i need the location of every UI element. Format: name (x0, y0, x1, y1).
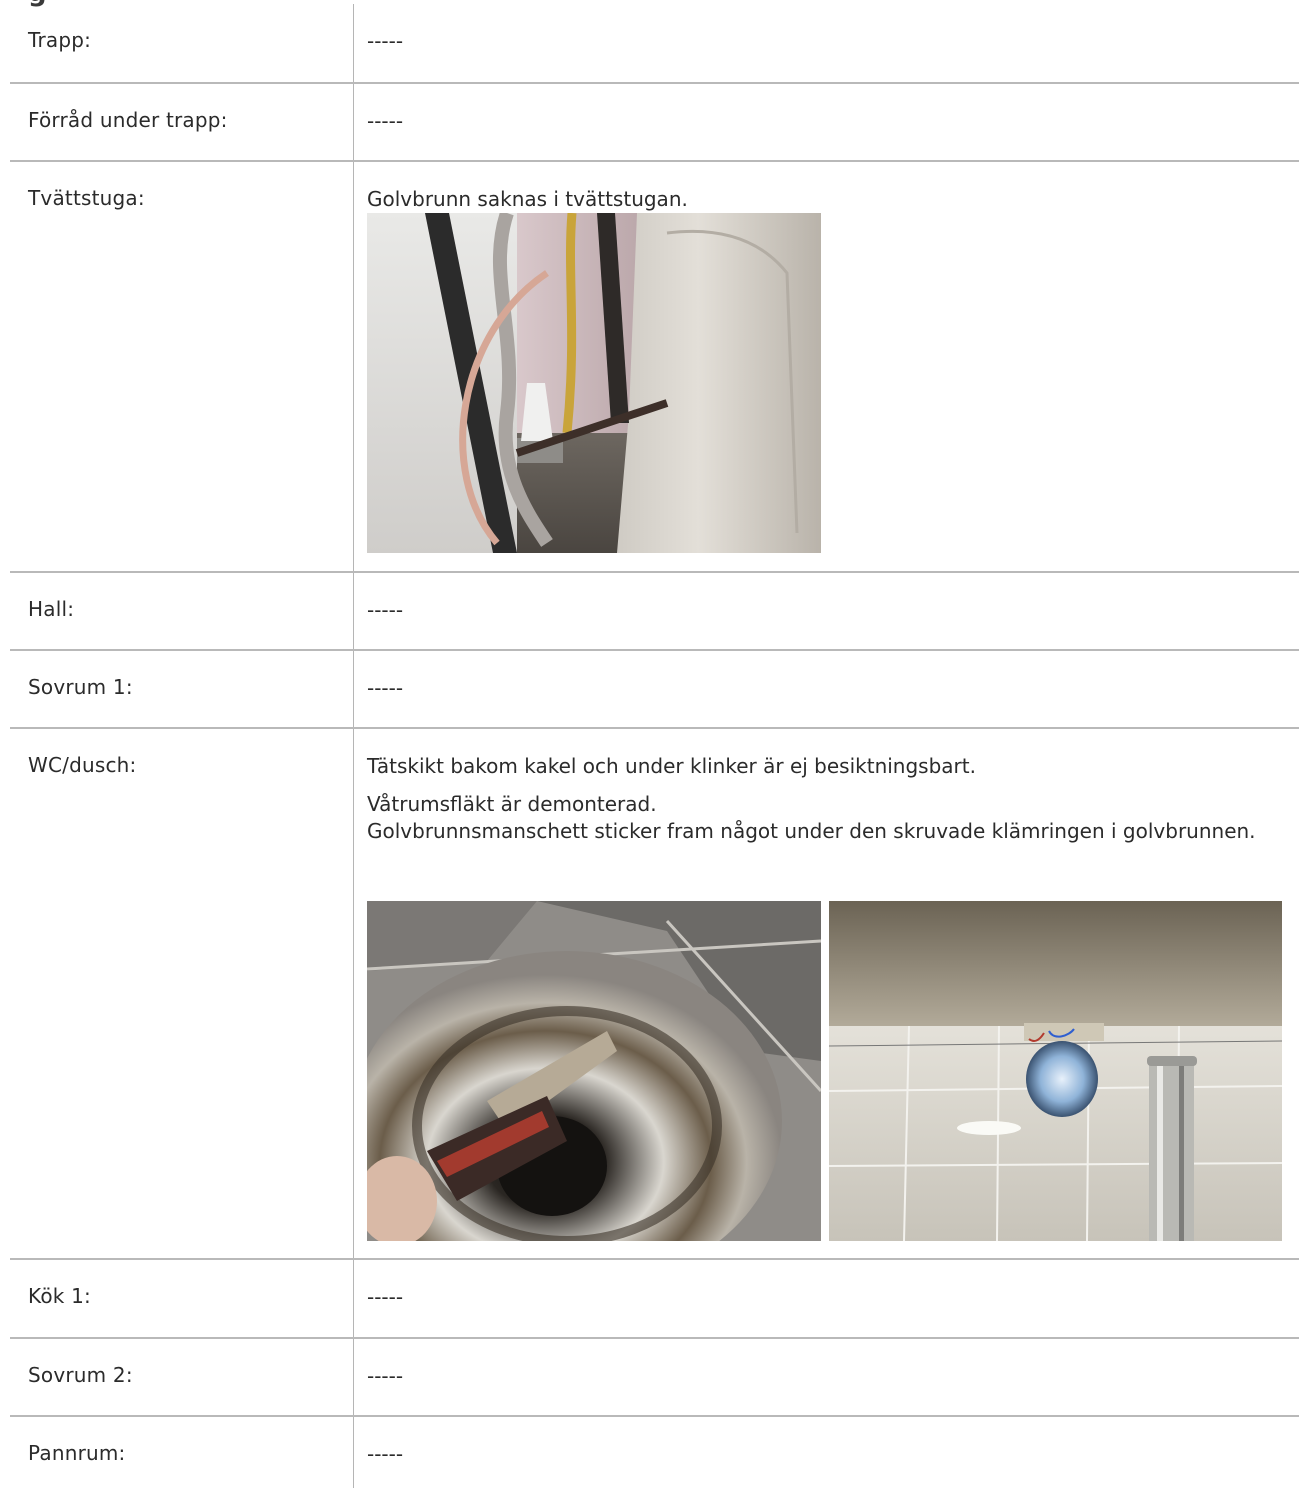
note-line: Golvbrunnsmanschett sticker fram något u… (367, 819, 1256, 843)
table-row: Pannrum: ----- (10, 1417, 1299, 1488)
row-label: Pannrum: (28, 1441, 126, 1465)
row-value: ----- (367, 676, 404, 700)
row-label: Tvättstuga: (28, 186, 145, 210)
note-line: Våtrumsfläkt är demonterad. (367, 792, 657, 816)
row-label: Förråd under trapp: (28, 108, 228, 132)
row-label: Hall: (28, 597, 75, 621)
laundry-room-photo (367, 213, 821, 553)
row-value: ----- (367, 1364, 404, 1388)
ventilation-photo (829, 901, 1282, 1241)
table-row: Sovrum 1: ----- (10, 651, 1299, 727)
row-value: Golvbrunn saknas i tvättstugan. (367, 187, 688, 211)
row-label: Sovrum 2: (28, 1363, 133, 1387)
row-value: ----- (367, 29, 404, 53)
row-value: ----- (367, 598, 404, 622)
row-label: Trapp: (28, 28, 92, 52)
row-value: Tätskikt bakom kakel och under klinker ä… (367, 753, 1287, 845)
row-label: Sovrum 1: (28, 675, 133, 699)
note-line: Tätskikt bakom kakel och under klinker ä… (367, 754, 976, 778)
table-row: Sovrum 2: ----- (10, 1339, 1299, 1415)
table-row: Trapp: ----- (10, 0, 1299, 82)
row-value: ----- (367, 1442, 404, 1466)
table-row: Hall: ----- (10, 573, 1299, 649)
floor-drain-photo (367, 901, 821, 1241)
row-value: ----- (367, 1285, 404, 1309)
row-label: Kök 1: (28, 1284, 91, 1308)
row-value: ----- (367, 109, 404, 133)
table-row: Kök 1: ----- (10, 1260, 1299, 1336)
row-label: WC/dusch: (28, 753, 137, 777)
table-row: Förråd under trapp: ----- (10, 84, 1299, 160)
